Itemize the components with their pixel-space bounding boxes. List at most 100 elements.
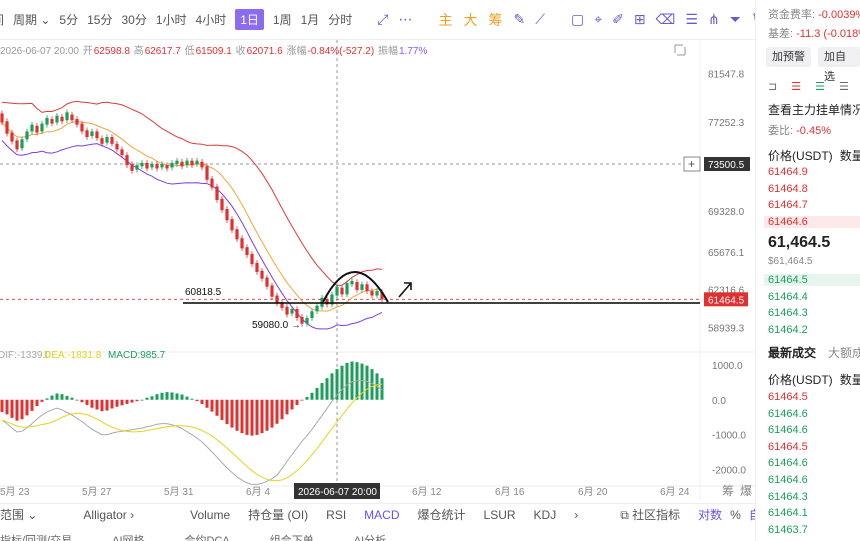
candle-body xyxy=(365,284,369,292)
indicator-tab-0[interactable]: Volume xyxy=(190,508,230,522)
fullscreen-icon[interactable]: ⤢ xyxy=(377,11,388,28)
indicator-bar: 范围 ⌄ Alligator › Volume 持仓量 (OI) RSI MACD 爆仓… xyxy=(0,503,755,525)
candle-body xyxy=(355,282,359,290)
bottom-tab-0[interactable]: 指标/回测/交易 xyxy=(0,535,72,541)
close-value: 62071.6 xyxy=(246,46,283,56)
interval-5[interactable]: 1小时 xyxy=(156,11,187,28)
interval-10[interactable]: 分时 xyxy=(328,11,352,28)
interval-2[interactable]: 5分 xyxy=(59,11,78,28)
candle-body xyxy=(265,277,269,287)
more-icon[interactable]: ⋯ xyxy=(398,11,412,28)
candle-body xyxy=(145,162,149,169)
interval-6[interactable]: 4小时 xyxy=(196,11,227,28)
log-scale-button[interactable]: 对数 xyxy=(698,506,722,523)
rect-icon[interactable]: ▢ xyxy=(571,11,584,28)
indicator-tab-5[interactable]: LSUR xyxy=(484,508,516,522)
indicator-toggle-0[interactable]: 主 xyxy=(438,10,452,30)
trade-price: 61463.7 xyxy=(768,523,808,536)
macd-bar xyxy=(265,399,269,431)
interval-8[interactable]: 1周 xyxy=(273,11,292,28)
orderbook-header: 价格(USDT) 数量( xyxy=(768,147,860,164)
macd-bar xyxy=(65,395,69,400)
orderbook-asks-icon[interactable]: ☰ xyxy=(815,81,825,93)
ohlc-info-line: 2026-06-07 20:00 开62598.8 高62617.7 低6150… xyxy=(0,42,755,56)
note-icon[interactable]: ☰ xyxy=(685,11,698,28)
macd-bar xyxy=(330,373,334,400)
bottom-tab-1[interactable]: AI网格 xyxy=(112,535,144,541)
line-icon[interactable]: ⟋ xyxy=(535,11,545,28)
bid-price: 61464.5 xyxy=(768,274,808,286)
basis-row: 基差: -11.3 (-0.018%) xyxy=(768,25,860,41)
date-tick-label: 6月 12 xyxy=(412,486,442,498)
candle-body xyxy=(110,137,114,144)
magnet-icon[interactable]: ⋔ xyxy=(708,11,720,28)
add-alert-button[interactable]: 加预警 xyxy=(766,47,811,67)
candle-body xyxy=(125,155,129,166)
indicator-tab-6[interactable]: KDJ xyxy=(534,508,557,522)
draw-icon[interactable]: ✎ xyxy=(513,11,525,28)
community-indicators-button[interactable]: ⧉ 社区指标 xyxy=(620,506,680,523)
orderbook-both-icon[interactable]: ☰ xyxy=(839,81,849,93)
interval-3[interactable]: 15分 xyxy=(87,11,112,28)
macd-bar xyxy=(105,399,109,411)
indicator-toggle-1[interactable]: 大 xyxy=(463,10,477,30)
trade-price: 61464.5 xyxy=(768,391,808,403)
trade-row: 61464.1 xyxy=(768,507,808,519)
bottom-tab-4[interactable]: AI分析 xyxy=(354,535,386,541)
candle-body xyxy=(285,306,289,315)
orderbook-bids-icon[interactable]: ☰ xyxy=(791,81,801,93)
macd-bar xyxy=(245,399,249,435)
orderbook-layout-icon[interactable]: ⊐ xyxy=(768,81,777,93)
interval-7[interactable]: 1日 xyxy=(235,9,264,30)
filter-icon[interactable]: ⏷ xyxy=(730,11,741,28)
range-label: 范围 xyxy=(0,508,25,522)
chart-canvas[interactable]: 60818.5 59080.0 → 81547.8 77252.3 73500.5 +69… xyxy=(0,40,755,500)
macd-bar xyxy=(290,399,294,410)
macd-tick-label: 0.0 xyxy=(712,396,726,407)
indicator-tab-4[interactable]: 爆仓统计 xyxy=(418,508,466,522)
indicator-toggle-2[interactable]: 筹 xyxy=(488,10,502,30)
candle-body xyxy=(240,238,244,249)
macd-bar xyxy=(275,399,279,424)
funding-rate-row: 资金费率: -0.0039% xyxy=(768,6,860,22)
large-trades-tab[interactable]: 大额成 xyxy=(828,346,860,360)
macd-bar xyxy=(310,392,314,400)
ruler-icon[interactable]: ⌖ xyxy=(594,11,602,28)
macd-bar xyxy=(230,399,234,428)
indicator-tab-3[interactable]: MACD xyxy=(364,508,399,522)
add-watchlist-button[interactable]: 加自选 xyxy=(818,47,860,83)
macd-bar xyxy=(85,399,89,405)
funding-label: 资金费率: xyxy=(768,9,816,21)
period-dropdown[interactable]: 周期 ⌄ xyxy=(13,11,50,28)
indicator-tab-1[interactable]: 持仓量 (OI) xyxy=(248,508,308,522)
indicator-tab-2[interactable]: RSI xyxy=(326,508,346,522)
bottom-tab-2[interactable]: 合约DCA xyxy=(185,535,230,541)
pattern-icon[interactable]: ⊞ xyxy=(634,11,646,28)
community-icon: ⧉ xyxy=(620,508,629,522)
orderbook-view-toggles: ⊐ ☰ ☰ ☰ xyxy=(768,80,849,93)
price-chart[interactable]: 60818.5 59080.0 → 81547.8 77252.3 73500.5 +69… xyxy=(0,40,755,500)
macd-bar xyxy=(170,392,174,400)
alligator-selector[interactable]: Alligator › xyxy=(83,508,134,522)
delete-icon[interactable]: ⌫ xyxy=(656,11,676,28)
candle-body xyxy=(250,253,254,265)
range-selector[interactable]: 范围 ⌄ xyxy=(0,506,37,523)
interval-9[interactable]: 1月 xyxy=(301,11,320,28)
chevron-right-icon[interactable]: › xyxy=(574,508,578,522)
macd-bar xyxy=(20,399,24,420)
candle-body xyxy=(205,166,209,180)
candle-body xyxy=(135,165,139,170)
pen-icon[interactable]: ✐ xyxy=(612,11,624,28)
bottom-tab-3[interactable]: 组合下单 xyxy=(270,535,314,541)
bid-price: 61464.2 xyxy=(768,323,808,336)
interval-4[interactable]: 30分 xyxy=(121,11,146,28)
macd-bar xyxy=(205,399,209,408)
trades-tab[interactable]: 最新成交 xyxy=(768,346,816,360)
macd-bar xyxy=(15,399,19,421)
percent-scale-button[interactable]: % xyxy=(730,508,741,522)
macd-tick-label: 1000.0 xyxy=(712,361,743,372)
trade-price: 61464.6 xyxy=(768,474,808,486)
trade-price: 61464.6 xyxy=(768,407,808,420)
macd-bar xyxy=(285,399,289,415)
candle-body xyxy=(165,165,169,169)
